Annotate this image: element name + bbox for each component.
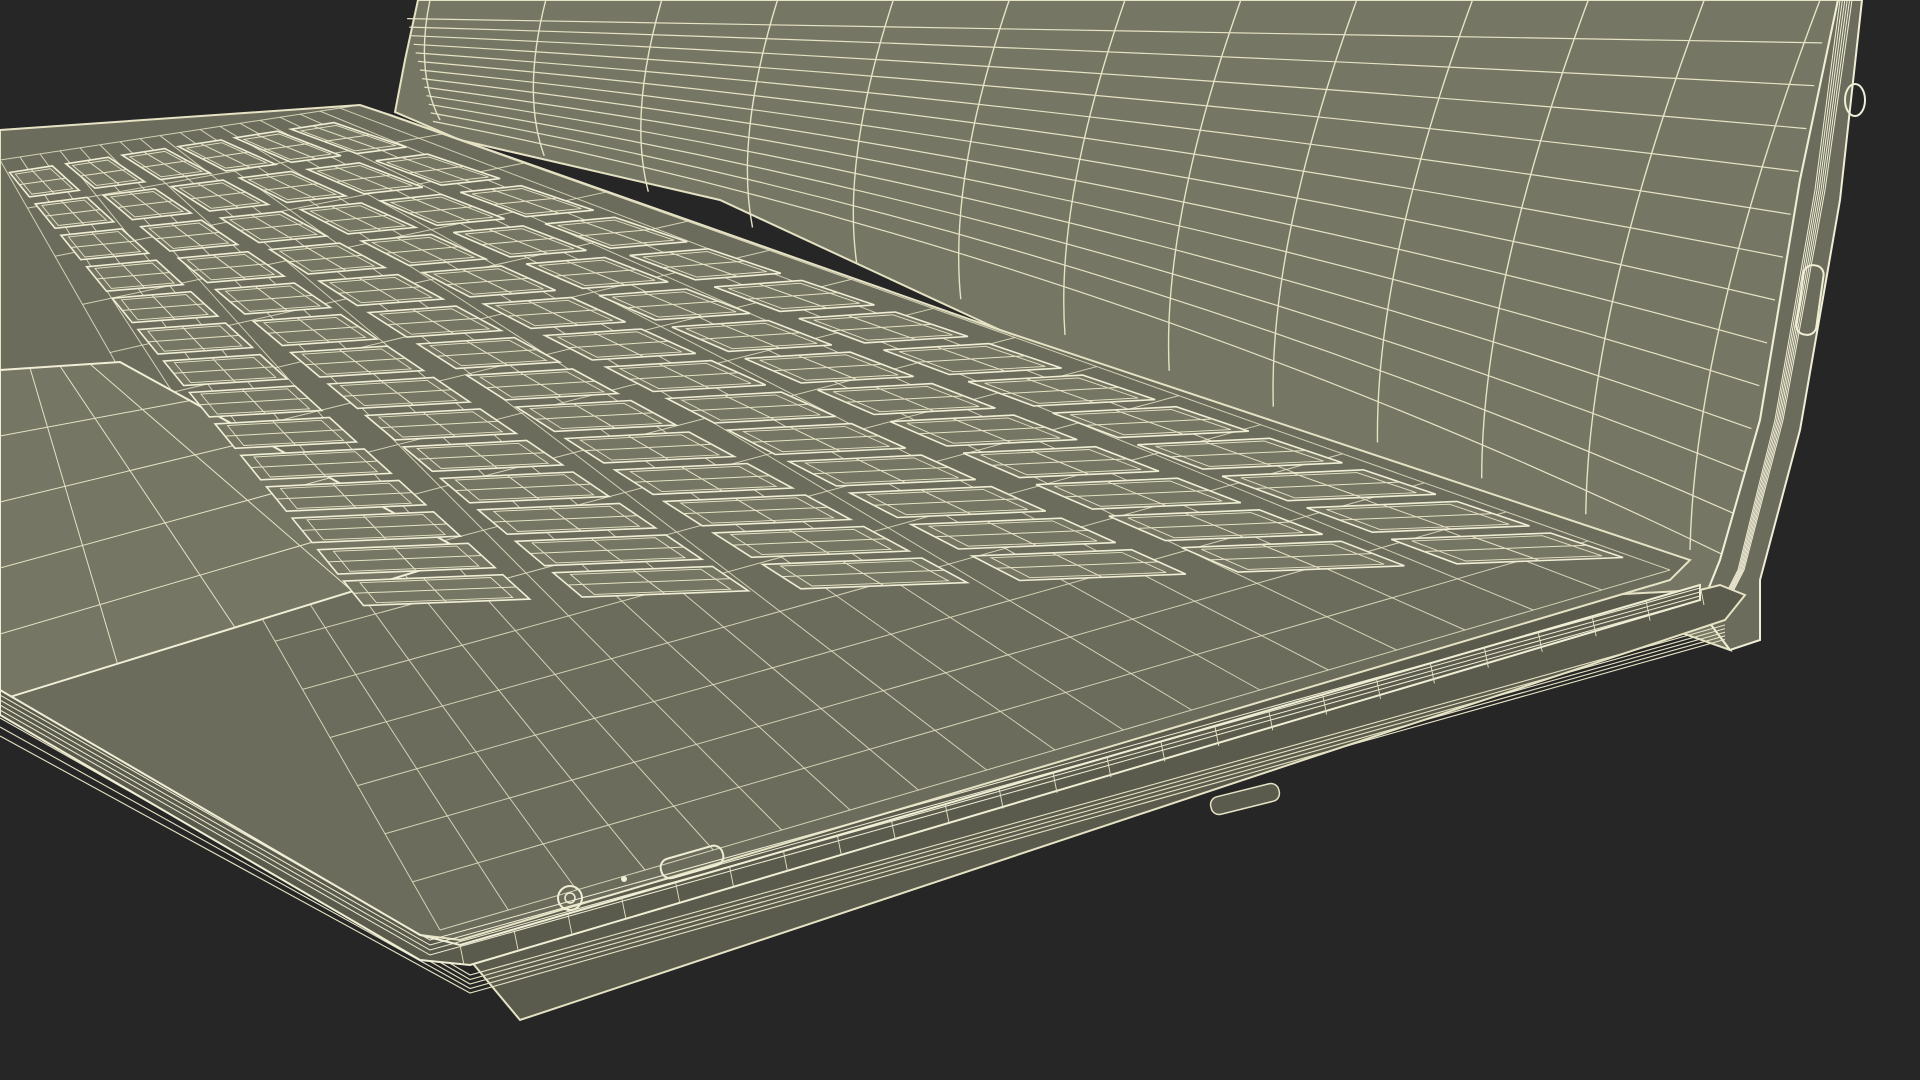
keyboard-key xyxy=(513,534,705,567)
keyboard-key xyxy=(341,573,532,607)
keyboard-key xyxy=(264,479,428,513)
keyboard-key xyxy=(290,510,463,544)
keyboard-key xyxy=(213,416,359,450)
keyboard-key xyxy=(239,448,394,481)
laptop-wireframe-scene xyxy=(0,0,1866,1022)
viewport xyxy=(0,0,1920,1080)
led-indicator-icon xyxy=(621,876,627,882)
keyboard-key xyxy=(316,542,498,575)
keyboard-key xyxy=(550,565,751,598)
